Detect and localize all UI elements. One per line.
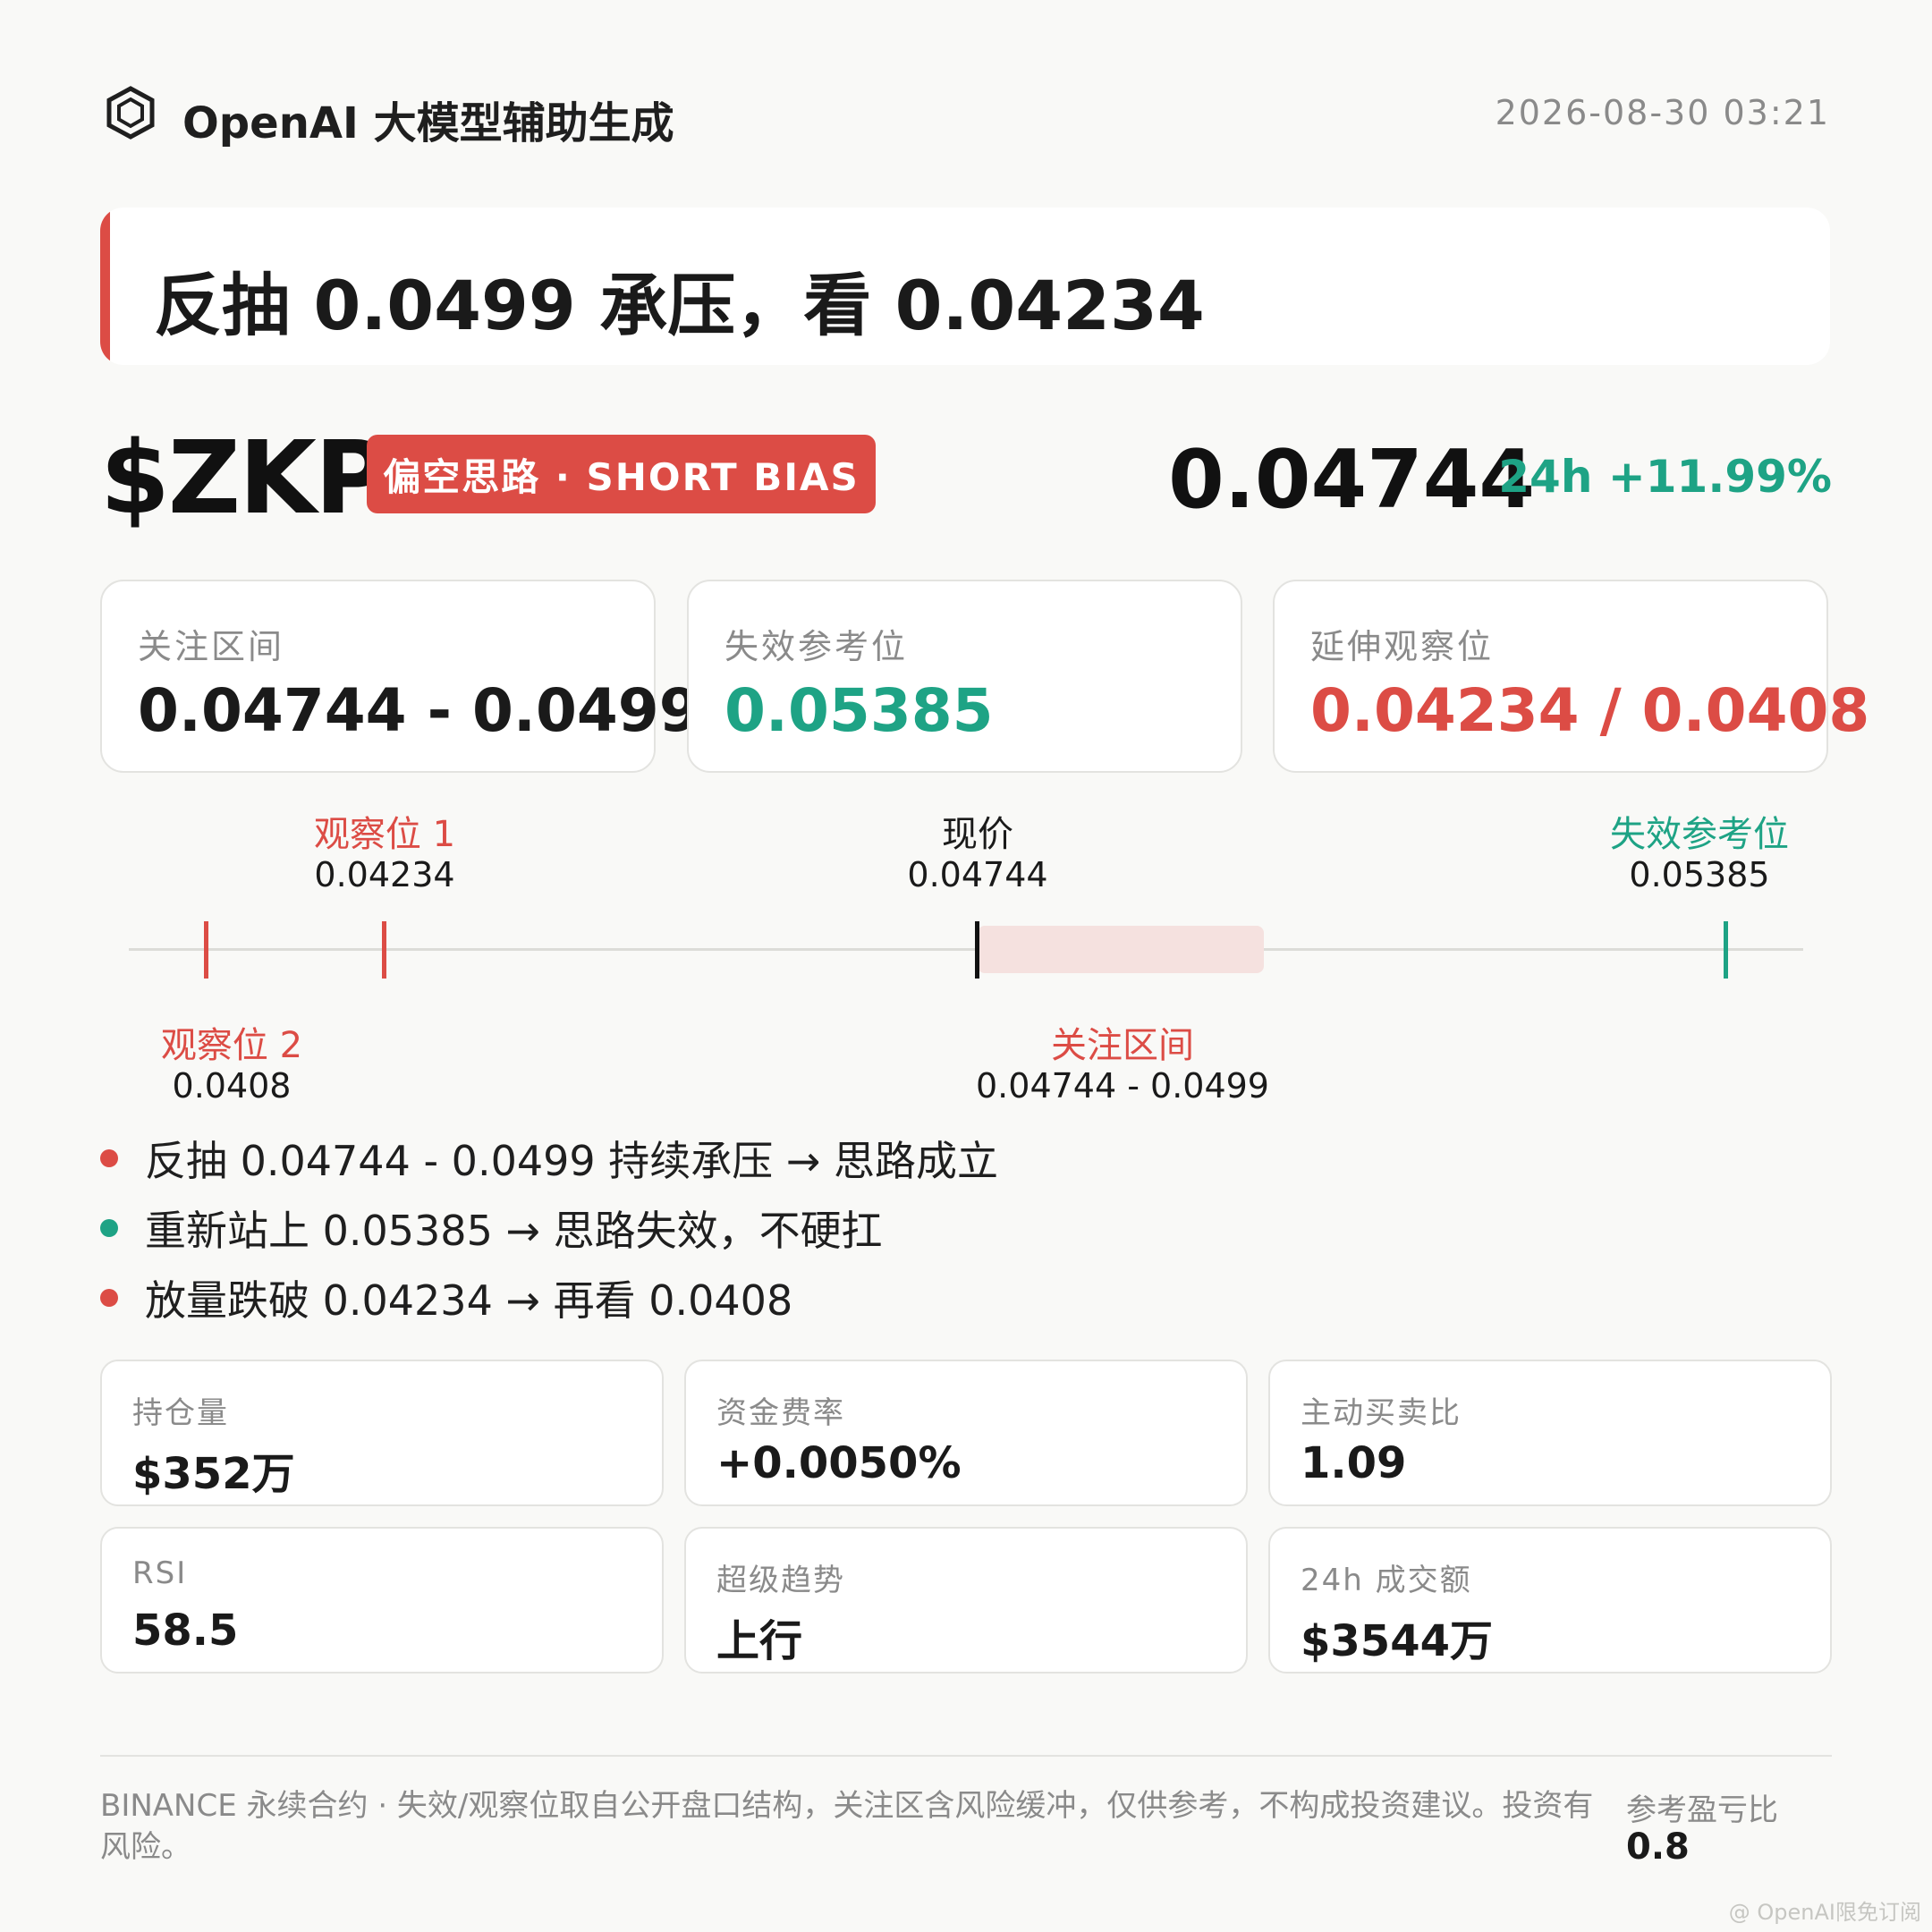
red-dot-icon	[100, 1289, 118, 1307]
metric-value: 1.09	[1301, 1438, 1407, 1488]
scenario-text: 放量跌破 0.04234 → 再看 0.0408	[145, 1276, 793, 1325]
metric-label: 24h 成交额	[1301, 1563, 1472, 1598]
metric-supertrend: 超级趋势 上行	[684, 1527, 1248, 1674]
metric-label: RSI	[132, 1555, 188, 1591]
metric-value: $3544万	[1301, 1616, 1493, 1666]
headline-title: 反抽 0.0499 承压，看 0.04234	[154, 266, 1205, 345]
metric-taker-ratio: 主动买卖比 1.09	[1268, 1360, 1832, 1506]
ticker-symbol: $ZKP	[100, 420, 388, 537]
scenario-text: 重新站上 0.05385 → 思路失效，不硬扛	[145, 1207, 883, 1255]
metric-value: 58.5	[132, 1606, 239, 1656]
current-price: 0.04744	[1168, 433, 1535, 527]
metric-value: 上行	[716, 1616, 803, 1666]
green-dot-icon	[100, 1219, 118, 1237]
level-label: 失效参考位	[724, 627, 909, 666]
watch2-value: 0.0408	[172, 1066, 292, 1106]
focus-zone-band	[978, 926, 1264, 973]
level-card-invalidation: 失效参考位 0.05385	[687, 580, 1242, 773]
metric-label: 资金费率	[716, 1395, 845, 1431]
scenario-text: 反抽 0.04744 - 0.0499 持续承压 → 思路成立	[145, 1137, 999, 1185]
metric-volume-24h: 24h 成交额 $3544万	[1268, 1527, 1832, 1674]
metric-rsi: RSI 58.5	[100, 1527, 664, 1674]
scenario-bullet: 重新站上 0.05385 → 思路失效，不硬扛	[100, 1199, 883, 1258]
watch1-value: 0.04234	[314, 855, 455, 894]
metric-value: $352万	[132, 1449, 295, 1499]
level-value: 0.04744 - 0.0499	[138, 676, 700, 745]
level-label: 延伸观察位	[1310, 627, 1495, 666]
risk-reward-value: 0.8	[1626, 1826, 1690, 1868]
level-card-focus-zone: 关注区间 0.04744 - 0.0499	[100, 580, 700, 773]
metric-open-interest: 持仓量 $352万	[100, 1360, 664, 1506]
current-price-tick	[975, 921, 979, 979]
invalidation-value: 0.05385	[1629, 855, 1770, 894]
price-change-24h: 24h +11.99%	[1498, 451, 1832, 503]
disclaimer: BINANCE 永续合约 · 失效/观察位取自公开盘口结构，关注区含风险缓冲，仅…	[100, 1788, 1594, 1865]
scenario-bullet: 放量跌破 0.04234 → 再看 0.0408	[100, 1268, 792, 1327]
level-card-extension: 延伸观察位 0.04234 / 0.0408	[1273, 580, 1869, 773]
price-ladder: 观察位 1 0.04234 现价 0.04744 失效参考位 0.05385 观…	[0, 796, 1932, 1118]
hexagon-logo-icon	[106, 86, 155, 140]
footer-divider	[100, 1755, 1832, 1757]
watermark: @ OpenAI限免订阅	[1728, 1900, 1921, 1925]
level-value: 0.04234 / 0.0408	[1310, 676, 1870, 745]
invalidation-tick	[1724, 921, 1728, 979]
metric-value: +0.0050%	[716, 1438, 962, 1488]
timestamp: 2026-08-30 03:21	[1495, 93, 1830, 132]
metric-label: 超级趋势	[716, 1563, 845, 1598]
bias-badge: 偏空思路 · SHORT BIAS	[367, 435, 876, 513]
watch1-tick	[382, 921, 386, 979]
brand-name: OpenAI 大模型辅助生成	[182, 98, 674, 148]
level-value: 0.05385	[724, 676, 994, 745]
zone-value: 0.04744 - 0.0499	[976, 1066, 1269, 1106]
invalidation-label: 失效参考位	[1610, 814, 1789, 855]
level-label: 关注区间	[138, 627, 285, 666]
red-dot-icon	[100, 1149, 118, 1167]
metric-label: 主动买卖比	[1301, 1395, 1462, 1431]
current-label: 现价	[942, 814, 1013, 855]
scenario-bullet: 反抽 0.04744 - 0.0499 持续承压 → 思路成立	[100, 1129, 998, 1188]
current-value: 0.04744	[907, 855, 1048, 894]
metric-funding-rate: 资金费率 +0.0050%	[684, 1360, 1248, 1506]
watch2-tick	[204, 921, 208, 979]
metric-label: 持仓量	[132, 1395, 229, 1431]
headline-accent-bar	[100, 208, 110, 365]
headline-card: 反抽 0.0499 承压，看 0.04234	[100, 208, 1830, 365]
ladder-axis-line	[129, 948, 1803, 951]
watch2-label: 观察位 2	[160, 1025, 303, 1066]
zone-label: 关注区间	[1051, 1025, 1194, 1066]
watch1-label: 观察位 1	[313, 814, 456, 855]
risk-reward-label: 参考盈亏比	[1626, 1792, 1778, 1828]
